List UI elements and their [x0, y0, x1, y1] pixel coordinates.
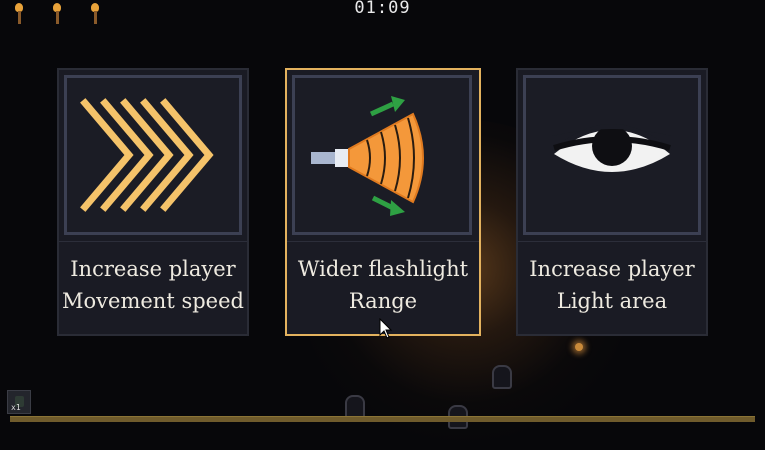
upgrade-label-line2: Movement speed [62, 289, 244, 313]
upgrade-label: Increase player Movement speed [59, 253, 247, 317]
ember-spark [575, 343, 583, 351]
eye-icon [552, 124, 672, 172]
upgrade-card-light-area[interactable]: Increase player Light area [516, 68, 708, 336]
card-divider [518, 241, 706, 242]
mouse-cursor-icon [379, 318, 393, 339]
flashlight-icon [311, 96, 424, 216]
enemy-ghost [492, 365, 512, 389]
top-hud: 01:09 [0, 0, 765, 26]
upgrade-label-line1: Increase player [70, 257, 236, 281]
upgrade-card-movement-speed[interactable]: Increase player Movement speed [57, 68, 249, 336]
upgrade-card-flashlight-range[interactable]: Wider flashlight Range [285, 68, 481, 336]
upgrade-icon-frame [523, 75, 701, 235]
upgrade-label: Increase player Light area [518, 253, 706, 317]
game-timer: 01:09 [354, 0, 411, 18]
upgrade-label: Wider flashlight Range [287, 253, 479, 317]
item-count: x1 [11, 403, 21, 412]
chevrons-icon [80, 98, 214, 212]
upgrade-icon-frame [64, 75, 242, 235]
card-divider [287, 241, 479, 242]
upgrade-label-line1: Wider flashlight [297, 257, 469, 281]
card-divider [59, 241, 247, 242]
upgrade-label-line2: Light area [556, 289, 668, 313]
upgrade-icon-frame [292, 75, 472, 235]
upgrade-label-line1: Increase player [529, 257, 695, 281]
experience-bar [10, 416, 755, 422]
upgrade-label-line2: Range [348, 289, 418, 313]
